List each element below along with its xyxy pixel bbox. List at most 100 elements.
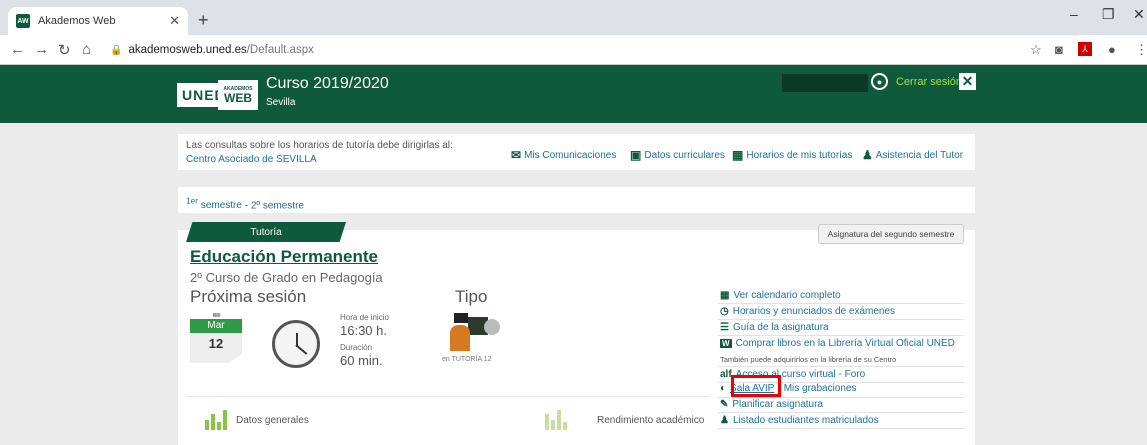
close-tab-icon[interactable]: ✕ — [169, 13, 180, 29]
academic-performance-link[interactable]: Rendimiento académico — [597, 415, 704, 426]
duration-label: Duración — [340, 343, 373, 352]
divider — [718, 428, 964, 429]
minimize-icon[interactable]: – — [1070, 6, 1078, 22]
tutoring-schedule-link[interactable]: ▦ Horarios de mis tutorías — [732, 148, 853, 162]
favicon-icon: AW — [16, 14, 30, 28]
reload-icon[interactable]: ↻ — [58, 41, 71, 59]
user-icon[interactable]: ● — [871, 73, 888, 90]
url-path: /Default.aspx — [246, 44, 314, 56]
type-label: Tipo — [455, 287, 488, 306]
new-tab-icon[interactable]: + — [198, 10, 209, 31]
bar-chart-icon-2 — [545, 410, 567, 430]
next-session-label: Próxima sesión — [190, 287, 307, 306]
address-bar: ← → ↻ ⌂ 🔒 akademosweb.uned.es/Default.as… — [0, 35, 1147, 65]
person-icon: ♟ — [862, 148, 873, 162]
calendar-day: 12 — [190, 333, 242, 363]
calendar-icon: ıııııııı Mar 12 — [190, 312, 242, 368]
tutoria-tab[interactable]: Tutoría — [186, 222, 346, 242]
tutoring-schedule-label: Horarios de mis tutorías — [746, 149, 853, 161]
tutor-attendance-label: Asistencia del Tutor — [875, 149, 964, 161]
tab-title: Akademos Web — [38, 15, 116, 27]
calendar-month: Mar — [190, 319, 242, 333]
exam-schedules-label: Horarios y enunciados de exámenes — [732, 306, 896, 317]
students-list-link[interactable]: ♟ Listado estudiantes matriculados — [720, 415, 879, 426]
bottom-divider — [186, 396, 710, 397]
bookmark-star-icon[interactable]: ☆ — [1030, 42, 1042, 58]
subject-guide-label: Guía de la asignatura — [732, 322, 829, 333]
browser-tab-bar: AW Akademos Web ✕ + – ❐ ✕ — [0, 0, 1147, 35]
logo-web-text: WEB — [224, 90, 252, 105]
start-time-label: Hora de inicio — [340, 313, 389, 322]
subject-subtitle: 2º Curso de Grado en Pedagogía — [190, 270, 383, 285]
person-small-icon: ♟ — [720, 415, 729, 426]
logout-close-icon[interactable]: ✕ — [959, 73, 976, 90]
tutor-megaphone — [484, 319, 500, 335]
subject-guide-link[interactable]: ☰ Guía de la asignatura — [720, 322, 829, 333]
semester-separator: - — [241, 200, 251, 212]
divider — [718, 397, 964, 398]
pdf-extension-icon[interactable]: ⅄ — [1078, 42, 1092, 56]
subject-title[interactable]: Educación Permanente — [190, 247, 378, 267]
plan-subject-link[interactable]: ✎ Planificar asignatura — [720, 399, 823, 410]
forward-icon[interactable]: → — [34, 41, 49, 58]
center-link[interactable]: Centro Asociado de SEVILLA — [186, 153, 453, 167]
list-icon: ☰ — [720, 322, 729, 333]
general-data-link[interactable]: Datos generales — [236, 415, 309, 426]
calendar-small-icon: ▦ — [720, 290, 730, 301]
user-name-box — [782, 74, 868, 92]
divider — [718, 366, 964, 367]
forum-icon: alf — [720, 369, 732, 380]
second-semester-button[interactable]: Asignatura del segundo semestre — [818, 224, 964, 244]
tutor-body — [450, 325, 470, 351]
bar-chart-icon — [205, 410, 227, 430]
buy-books-link[interactable]: W Comprar libros en la Librería Virtual O… — [720, 338, 955, 349]
communications-link[interactable]: ✉ Mis Comunicaciones — [511, 148, 616, 162]
camera-icon[interactable]: ◙ — [1055, 42, 1063, 57]
clock-minute-hand — [295, 344, 308, 355]
tutor-icon — [444, 313, 500, 353]
logout-link[interactable]: Cerrar sesión — [896, 76, 962, 88]
recordings-link[interactable]: Mis grabaciones — [784, 383, 857, 394]
calendar-clock-icon: ▦ — [732, 148, 744, 162]
pencil-icon: ✎ — [720, 399, 729, 410]
calendar-rings: ıııııııı — [212, 312, 221, 319]
semester-selector: 1er semestre - 2º semestre — [186, 196, 304, 211]
close-window-icon[interactable]: ✕ — [1133, 6, 1145, 23]
url-input[interactable]: 🔒 akademosweb.uned.es/Default.aspx — [110, 39, 950, 61]
akademos-logo[interactable]: AKADEMOS WEB — [218, 80, 258, 110]
curricular-data-label: Datos curriculares — [644, 149, 725, 161]
site-header: UNED AKADEMOS WEB Curso 2019/2020 Sevill… — [0, 65, 1147, 123]
tutor-attendance-link[interactable]: ♟ Asistencia del Tutor — [862, 148, 963, 162]
calendar-link[interactable]: ▦ Ver calendario completo — [720, 290, 841, 301]
menu-dots-icon[interactable]: ⋮ — [1135, 42, 1147, 58]
start-time-value: 16:30 h. — [340, 323, 387, 338]
browser-tab[interactable]: AW Akademos Web ✕ — [8, 7, 188, 35]
info-text: Las consultas sobre los horarios de tuto… — [186, 140, 453, 151]
course-city: Sevilla — [266, 97, 296, 108]
communications-label: Mis Comunicaciones — [524, 149, 617, 161]
first-semester-label: semestre — [198, 200, 242, 212]
bookstore-icon: W — [720, 339, 732, 348]
account-icon[interactable]: ● — [1108, 42, 1116, 57]
clock-small-icon: ◷ — [720, 306, 729, 317]
avip-icon: ◐ — [720, 383, 727, 394]
duration-value: 60 min. — [340, 353, 383, 368]
calendar-link-label: Ver calendario completo — [733, 290, 841, 301]
first-semester-link[interactable]: 1er semestre — [186, 196, 242, 212]
divider — [718, 303, 964, 304]
envelope-icon: ✉ — [511, 148, 522, 162]
maximize-icon[interactable]: ❐ — [1102, 6, 1115, 23]
buy-books-label: Comprar libros en la Librería Virtual Of… — [735, 338, 955, 349]
curricular-data-link[interactable]: ▣ Datos curriculares — [630, 148, 725, 162]
books-note: También puede adquirirlos en la librería… — [720, 355, 897, 364]
exam-schedules-link[interactable]: ◷ Horarios y enunciados de exámenes — [720, 306, 895, 317]
clock-icon — [272, 320, 320, 368]
second-semester-link[interactable]: 2º semestre — [251, 200, 304, 211]
tutor-head — [454, 313, 468, 323]
sala-avip-highlight — [731, 375, 781, 397]
divider — [718, 412, 964, 413]
back-icon[interactable]: ← — [10, 41, 25, 58]
tutor-caption: en TUTORÍA 12 — [442, 356, 492, 363]
home-icon[interactable]: ⌂ — [82, 41, 91, 58]
first-semester-ordinal: 1er — [186, 196, 199, 206]
